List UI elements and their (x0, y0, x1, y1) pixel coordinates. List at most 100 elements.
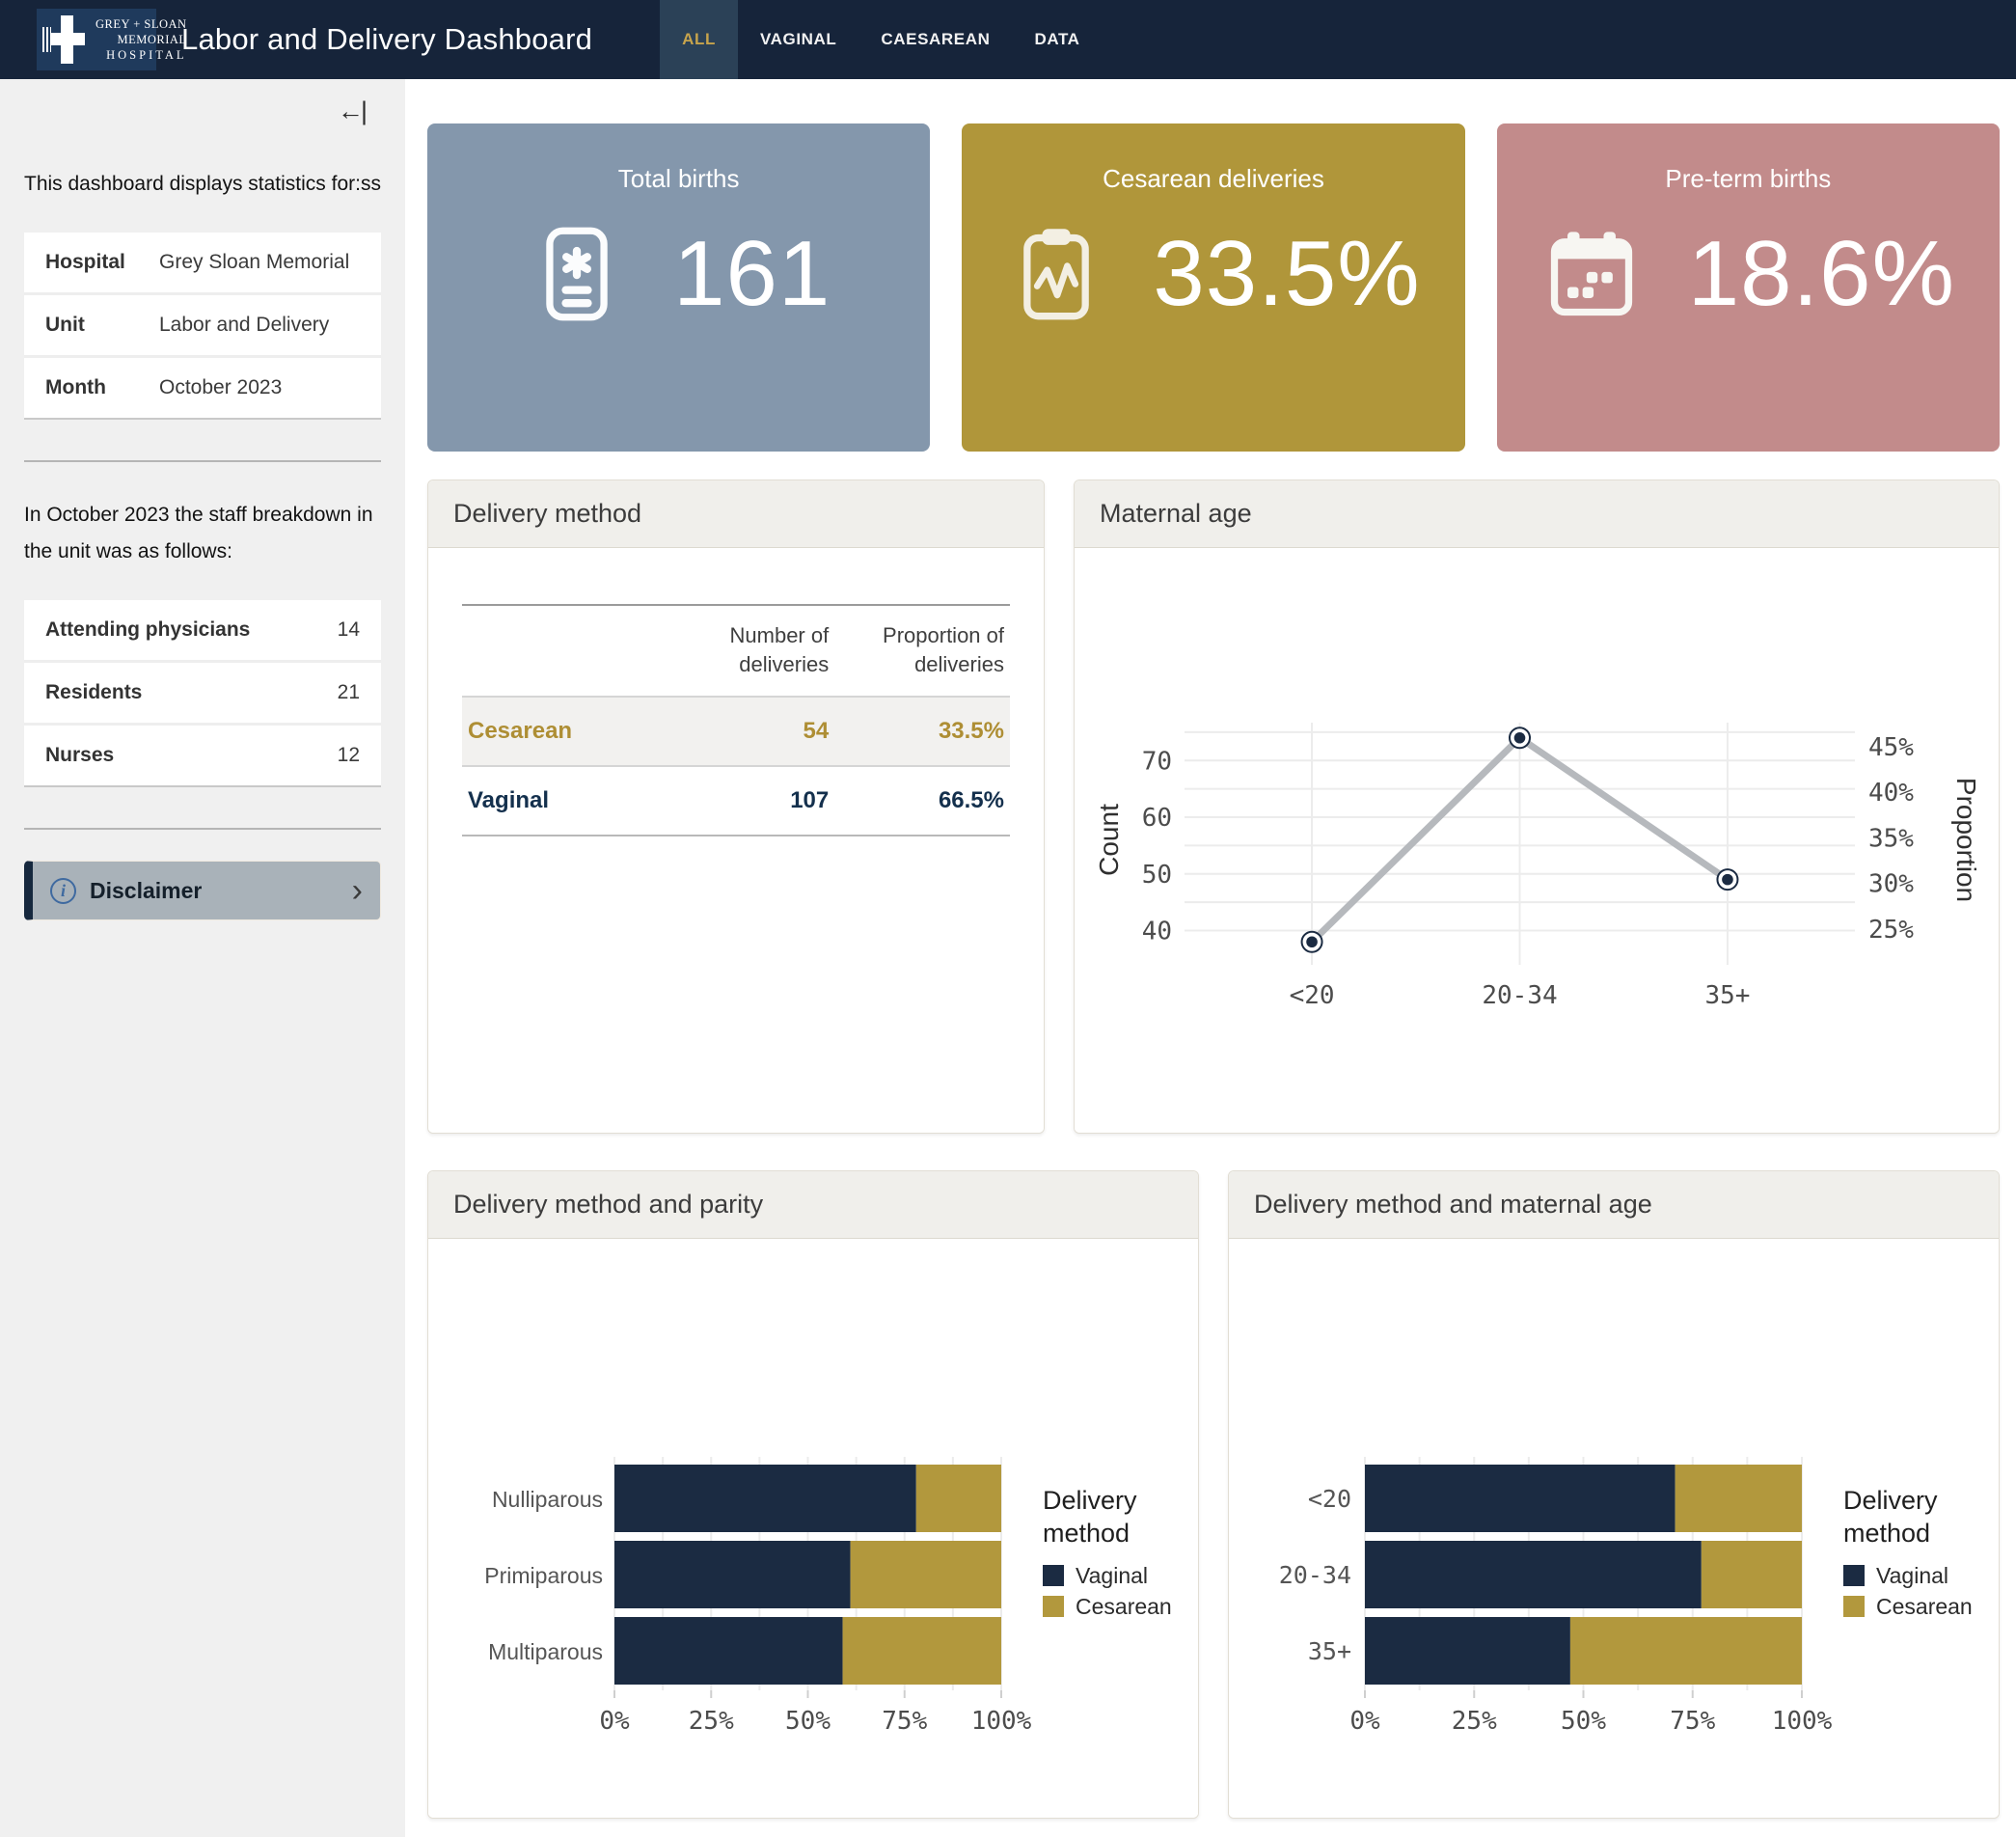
kpi-value: 33.5% (1153, 221, 1420, 327)
delivery-method-table: Number of deliveries Proportion of deliv… (462, 604, 1010, 836)
table-row-cesarean: Cesarean 54 33.5% (462, 697, 1010, 766)
staff-row-nurses: Nurses 12 (24, 726, 381, 785)
panel-header: Delivery method and parity (428, 1171, 1198, 1239)
svg-text:35+: 35+ (1704, 981, 1750, 1010)
report-info-table: Hospital Grey Sloan Memorial Unit Labor … (24, 233, 381, 420)
svg-text:30%: 30% (1868, 870, 1914, 899)
panel-header: Maternal age (1075, 480, 1999, 548)
svg-text:20-34: 20-34 (1482, 981, 1557, 1010)
calendar-icon (1541, 224, 1642, 324)
info-row-unit: Unit Labor and Delivery (24, 295, 381, 358)
sidebar-collapse-icon[interactable]: ←| (338, 96, 365, 126)
svg-text:method: method (1843, 1519, 1930, 1548)
hospital-logo: GREY + SLOAN MEMORIAL HOSPITAL (37, 9, 156, 70)
panel-delivery-maternal-age: Delivery method and maternal age 0% 25% 50… (1228, 1170, 2000, 1819)
svg-text:Cesarean: Cesarean (1076, 1594, 1172, 1619)
svg-text:45%: 45% (1868, 733, 1914, 762)
staff-table: Attending physicians 14 Residents 21 Nur… (24, 600, 381, 787)
info-row-hospital: Hospital Grey Sloan Memorial (24, 233, 381, 295)
svg-text:method: method (1043, 1519, 1130, 1548)
panel-delivery-method: Delivery method Number of deliveries Pro… (427, 480, 1045, 1134)
svg-text:35+: 35+ (1308, 1637, 1351, 1665)
svg-text:75%: 75% (882, 1707, 927, 1736)
document-asterisk-icon (527, 224, 627, 324)
svg-text:25%: 25% (1452, 1707, 1497, 1736)
svg-text:Proportion: Proportion (1951, 778, 1981, 902)
svg-text:25%: 25% (1868, 916, 1914, 945)
svg-text:60: 60 (1142, 804, 1172, 833)
panel-delivery-parity: Delivery method and parity 0% 25% 50% 75% 10… (427, 1170, 1199, 1819)
table-row-vaginal: Vaginal 107 66.5% (462, 766, 1010, 836)
kpi-value: 161 (673, 221, 831, 327)
staff-row-residents: Residents 21 (24, 663, 381, 726)
svg-text:50%: 50% (1561, 1707, 1606, 1736)
maternal-age-line-chart: 40 50 60 70 25% 30% 35% 40% 45% <20 20-34 35+ Count P… (1083, 712, 1990, 1017)
svg-text:Delivery: Delivery (1843, 1486, 1938, 1515)
main-content: Total births 161 (405, 79, 2016, 1837)
info-row-month: Month October 2023 (24, 358, 381, 418)
panel-title: Maternal age (1100, 499, 1974, 529)
panel-title: Delivery method and maternal age (1254, 1190, 1974, 1220)
sidebar-divider (24, 460, 381, 462)
svg-text:Nulliparous: Nulliparous (492, 1487, 603, 1512)
app-header: GREY + SLOAN MEMORIAL HOSPITAL Labor and… (0, 0, 2016, 79)
main-nav: ALL VAGINAL CAESAREAN DATA (660, 0, 1102, 79)
sidebar: ←| This dashboard displays statistics fo… (0, 79, 405, 1837)
kpi-total-births: Total births 161 (427, 123, 930, 452)
svg-text:0%: 0% (1349, 1707, 1380, 1736)
tab-vaginal[interactable]: VAGINAL (738, 0, 858, 79)
svg-text:100%: 100% (971, 1707, 1032, 1736)
kpi-title: Total births (427, 164, 930, 194)
disclaimer-button[interactable]: i Disclaimer › (24, 861, 381, 920)
svg-text:35%: 35% (1868, 824, 1914, 853)
info-icon: i (50, 878, 76, 904)
svg-text:100%: 100% (1772, 1707, 1833, 1736)
svg-text:20-34: 20-34 (1279, 1561, 1351, 1589)
disclaimer-label: Disclaimer (90, 878, 202, 904)
svg-text:75%: 75% (1670, 1707, 1715, 1736)
kpi-title: Cesarean deliveries (962, 164, 1464, 194)
kpi-cesarean-deliveries: Cesarean deliveries 33.5% (962, 123, 1464, 452)
staff-intro-text: In October 2023 the staff breakdown in t… (24, 497, 381, 569)
svg-text:<20: <20 (1308, 1485, 1351, 1513)
kpi-value: 18.6% (1688, 221, 1955, 327)
svg-text:<20: <20 (1290, 981, 1335, 1010)
chevron-right-icon: › (352, 874, 363, 907)
hospital-cross-icon (42, 14, 91, 65)
clipboard-pulse-icon (1006, 224, 1106, 324)
svg-text:50%: 50% (785, 1707, 831, 1736)
svg-text:Cesarean: Cesarean (1876, 1594, 1973, 1619)
svg-text:Vaginal: Vaginal (1076, 1563, 1148, 1588)
kpi-row: Total births 161 (427, 123, 2000, 452)
hospital-logo-text: GREY + SLOAN MEMORIAL HOSPITAL (95, 16, 187, 64)
svg-text:70: 70 (1142, 747, 1172, 776)
svg-text:Multiparous: Multiparous (488, 1639, 603, 1664)
tab-caesarean[interactable]: CAESAREAN (858, 0, 1012, 79)
kpi-title: Pre-term births (1497, 164, 2000, 194)
sidebar-intro-text: This dashboard displays statistics for:s… (24, 166, 381, 202)
svg-text:Vaginal: Vaginal (1876, 1563, 1948, 1588)
panel-title: Delivery method and parity (453, 1190, 1173, 1220)
table-header-row: Number of deliveries Proportion of deliv… (462, 605, 1010, 697)
page-title: Labor and Delivery Dashboard (181, 22, 592, 57)
staff-row-attendings: Attending physicians 14 (24, 600, 381, 663)
svg-text:Delivery: Delivery (1043, 1486, 1137, 1515)
panel-header: Delivery method and maternal age (1229, 1171, 1999, 1239)
svg-text:Count: Count (1094, 804, 1124, 876)
panel-maternal-age: Maternal age 40 50 60 70 25% 30% 35% 40% 45% <20 2… (1074, 480, 2000, 1134)
column-header: Proportion of deliveries (834, 605, 1010, 697)
sidebar-divider (24, 828, 381, 830)
svg-text:50: 50 (1142, 861, 1172, 890)
delivery-maternal-age-bar-chart: 0% 25% 50% 75% 100% <20 20-34 35+ Delivery method… (1238, 1250, 1990, 1762)
tab-all[interactable]: ALL (660, 0, 738, 79)
svg-text:Primiparous: Primiparous (484, 1563, 603, 1588)
svg-text:40: 40 (1142, 918, 1172, 946)
panel-title: Delivery method (453, 499, 1019, 529)
svg-text:0%: 0% (599, 1707, 630, 1736)
column-header: Number of deliveries (642, 605, 834, 697)
svg-text:40%: 40% (1868, 779, 1914, 808)
app-root: GREY + SLOAN MEMORIAL HOSPITAL Labor and… (0, 0, 2016, 1837)
delivery-parity-bar-chart: 0% 25% 50% 75% 100% Nulliparous Primiparous Mul… (437, 1250, 1189, 1762)
svg-text:25%: 25% (689, 1707, 734, 1736)
tab-data[interactable]: DATA (1012, 0, 1102, 79)
